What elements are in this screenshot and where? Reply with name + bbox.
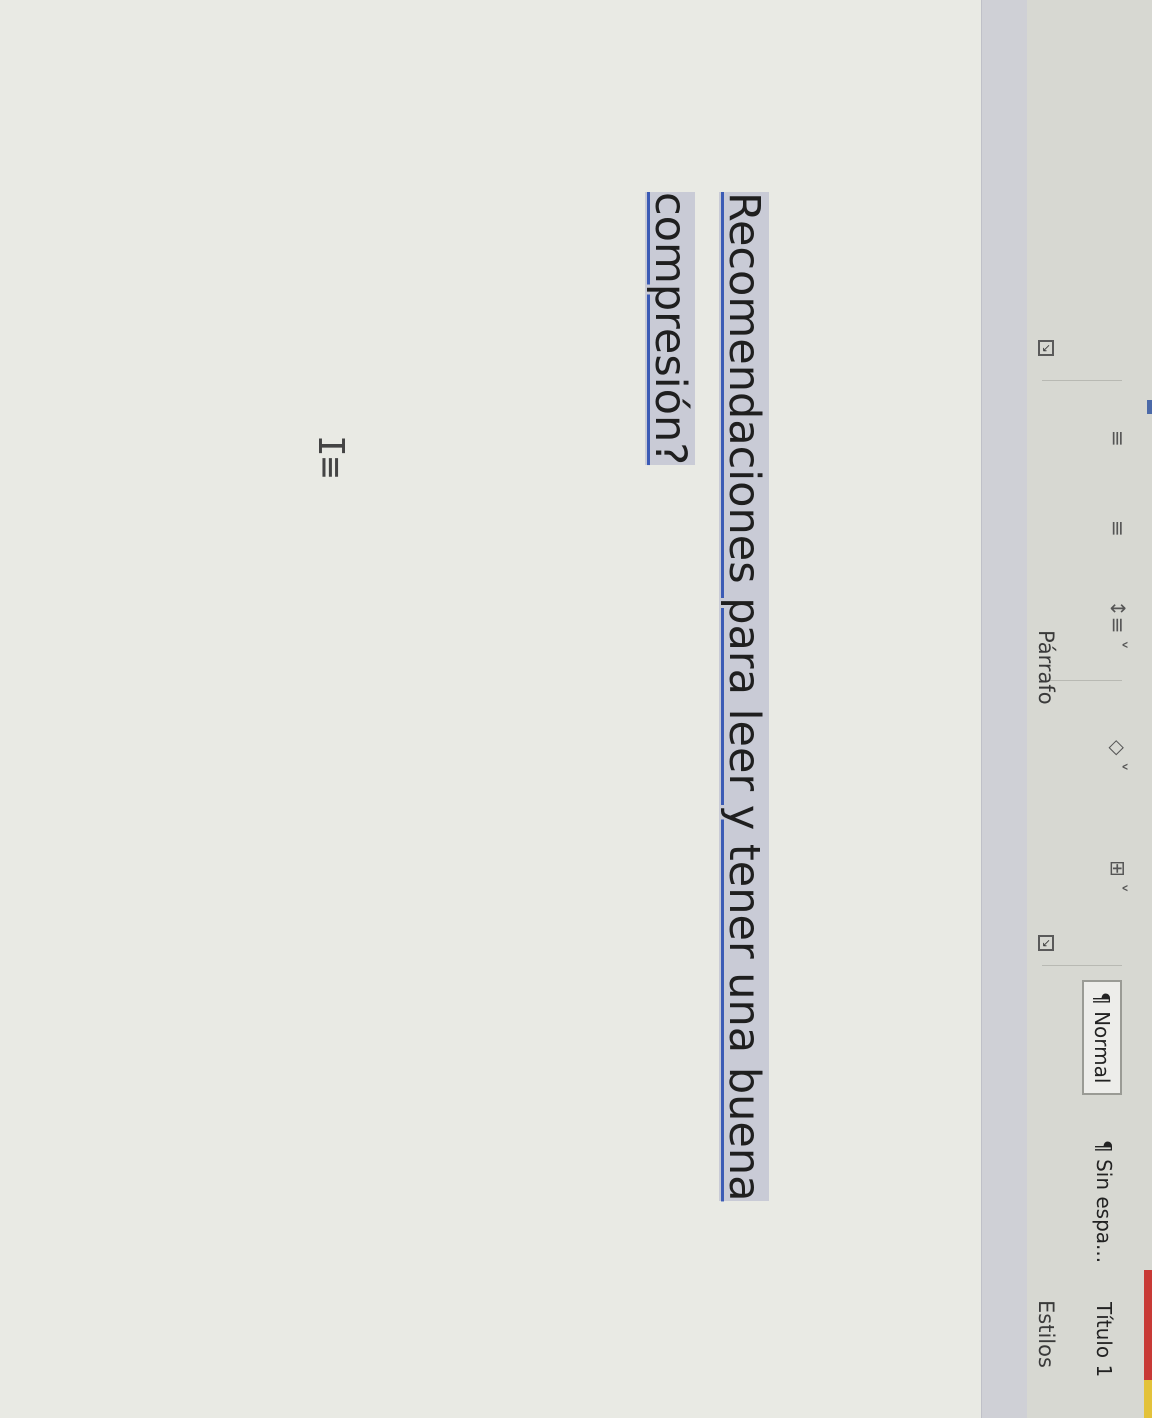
text-cursor-icon: I≡ — [310, 435, 351, 479]
shading-icon[interactable]: ◇ ˅ — [1106, 740, 1130, 772]
styles-group-label: Estilos — [1034, 1300, 1058, 1368]
ribbon: ↘ ≡ ≡ ↕≡ ˅ ◇ ˅ ⊞ ˅ Párrafo ↘ ¶ Normal ¶ … — [1026, 0, 1152, 1418]
document-heading[interactable]: Recomendaciones para leer y tener una bu… — [633, 192, 781, 1292]
style-sin-espaciado[interactable]: ¶ Sin espa... — [1092, 1140, 1116, 1263]
justify-icon[interactable]: ≡ — [1106, 520, 1130, 537]
ribbon-separator — [1042, 380, 1122, 381]
borders-icon[interactable]: ⊞ ˅ — [1106, 860, 1130, 893]
ribbon-separator — [1042, 965, 1122, 966]
dialog-launcher-icon[interactable]: ↘ — [1038, 340, 1054, 356]
selected-alignment-indicator — [1147, 400, 1152, 414]
heading-line-1: Recomendaciones para leer y tener una bu… — [719, 192, 769, 1202]
ribbon-bottom-edge — [981, 0, 1027, 1418]
line-spacing-icon[interactable]: ↕≡ ˅ — [1106, 600, 1130, 650]
style-titulo-1[interactable]: Título 1 — [1092, 1302, 1116, 1377]
word-window: ↘ ≡ ≡ ↕≡ ˅ ◇ ˅ ⊞ ˅ Párrafo ↘ ¶ Normal ¶ … — [0, 0, 1152, 1418]
paragraph-group-label: Párrafo — [1034, 630, 1058, 705]
dialog-launcher-icon[interactable]: ↘ — [1038, 935, 1054, 951]
heading-line-2: compresión? — [645, 192, 695, 466]
document-page[interactable]: Recomendaciones para leer y tener una bu… — [0, 0, 981, 1418]
style-normal[interactable]: ¶ Normal — [1082, 980, 1122, 1096]
highlight-color-swatch — [1144, 1380, 1152, 1418]
align-left-icon[interactable]: ≡ — [1106, 430, 1130, 447]
screenshot-stage: ↘ ≡ ≡ ↕≡ ˅ ◇ ˅ ⊞ ˅ Párrafo ↘ ¶ Normal ¶ … — [0, 0, 1152, 1418]
